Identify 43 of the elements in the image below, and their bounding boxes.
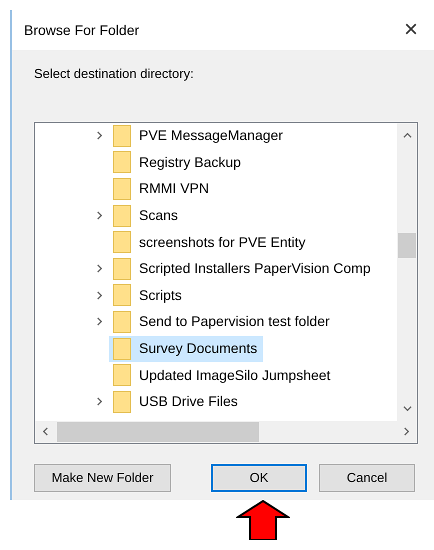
folder-icon: [113, 390, 131, 413]
chevron-right-icon[interactable]: [94, 290, 104, 300]
tree-item[interactable]: PVE MessageManager: [109, 122, 289, 149]
tree-item[interactable]: RMMI VPN: [109, 176, 215, 202]
folder-icon: [113, 178, 131, 200]
chevron-right-icon[interactable]: [94, 131, 104, 140]
folder-icon: [113, 284, 131, 306]
tree-item[interactable]: USB Drive Files: [109, 388, 244, 415]
tree-item[interactable]: Updated ImageSilo Jumpsheet: [109, 362, 336, 388]
tree-item[interactable]: screenshots for PVE Entity: [109, 229, 312, 256]
folder-icon: [113, 258, 131, 280]
folder-icon: [113, 124, 131, 147]
dialog-button[interactable]: Make New Folder: [34, 464, 171, 492]
folder-icon: [113, 338, 131, 360]
chevron-right-icon[interactable]: [402, 427, 411, 436]
folder-icon: [113, 151, 131, 174]
vertical-scrollbar[interactable]: [397, 122, 417, 420]
chevron-right-icon[interactable]: [94, 211, 104, 220]
tree-item[interactable]: Registry Backup: [109, 149, 247, 176]
dialog-button[interactable]: OK: [211, 464, 307, 492]
folder-icon: [113, 204, 131, 227]
prompt-label: Select destination directory:: [34, 65, 195, 83]
dialog-button[interactable]: Cancel: [319, 464, 415, 492]
scroll-thumb[interactable]: [398, 232, 416, 258]
chevron-right-icon[interactable]: [94, 264, 104, 274]
arrow-up-icon: [236, 500, 290, 540]
folder-icon: [113, 310, 131, 333]
tree-item[interactable]: Scans: [109, 202, 184, 229]
tree-item[interactable]: Survey Documents: [109, 336, 264, 362]
chevron-up-icon[interactable]: [402, 130, 412, 140]
tree-item[interactable]: Send to Papervision test folder: [109, 308, 336, 335]
chevron-left-icon[interactable]: [41, 427, 50, 436]
tree-item[interactable]: Scripts: [109, 282, 188, 308]
folder-icon: [113, 231, 131, 254]
scroll-thumb[interactable]: [57, 422, 259, 442]
close-button[interactable]: ×: [396, 15, 426, 45]
tree-item[interactable]: Scripted Installers PaperVision Comp: [109, 256, 377, 282]
window-title: Browse For Folder: [24, 20, 140, 40]
folder-icon: [113, 364, 131, 386]
chevron-down-icon[interactable]: [402, 404, 412, 412]
chevron-right-icon[interactable]: [94, 397, 104, 406]
horizontal-scrollbar[interactable]: [35, 420, 417, 442]
chevron-right-icon[interactable]: [94, 317, 104, 326]
